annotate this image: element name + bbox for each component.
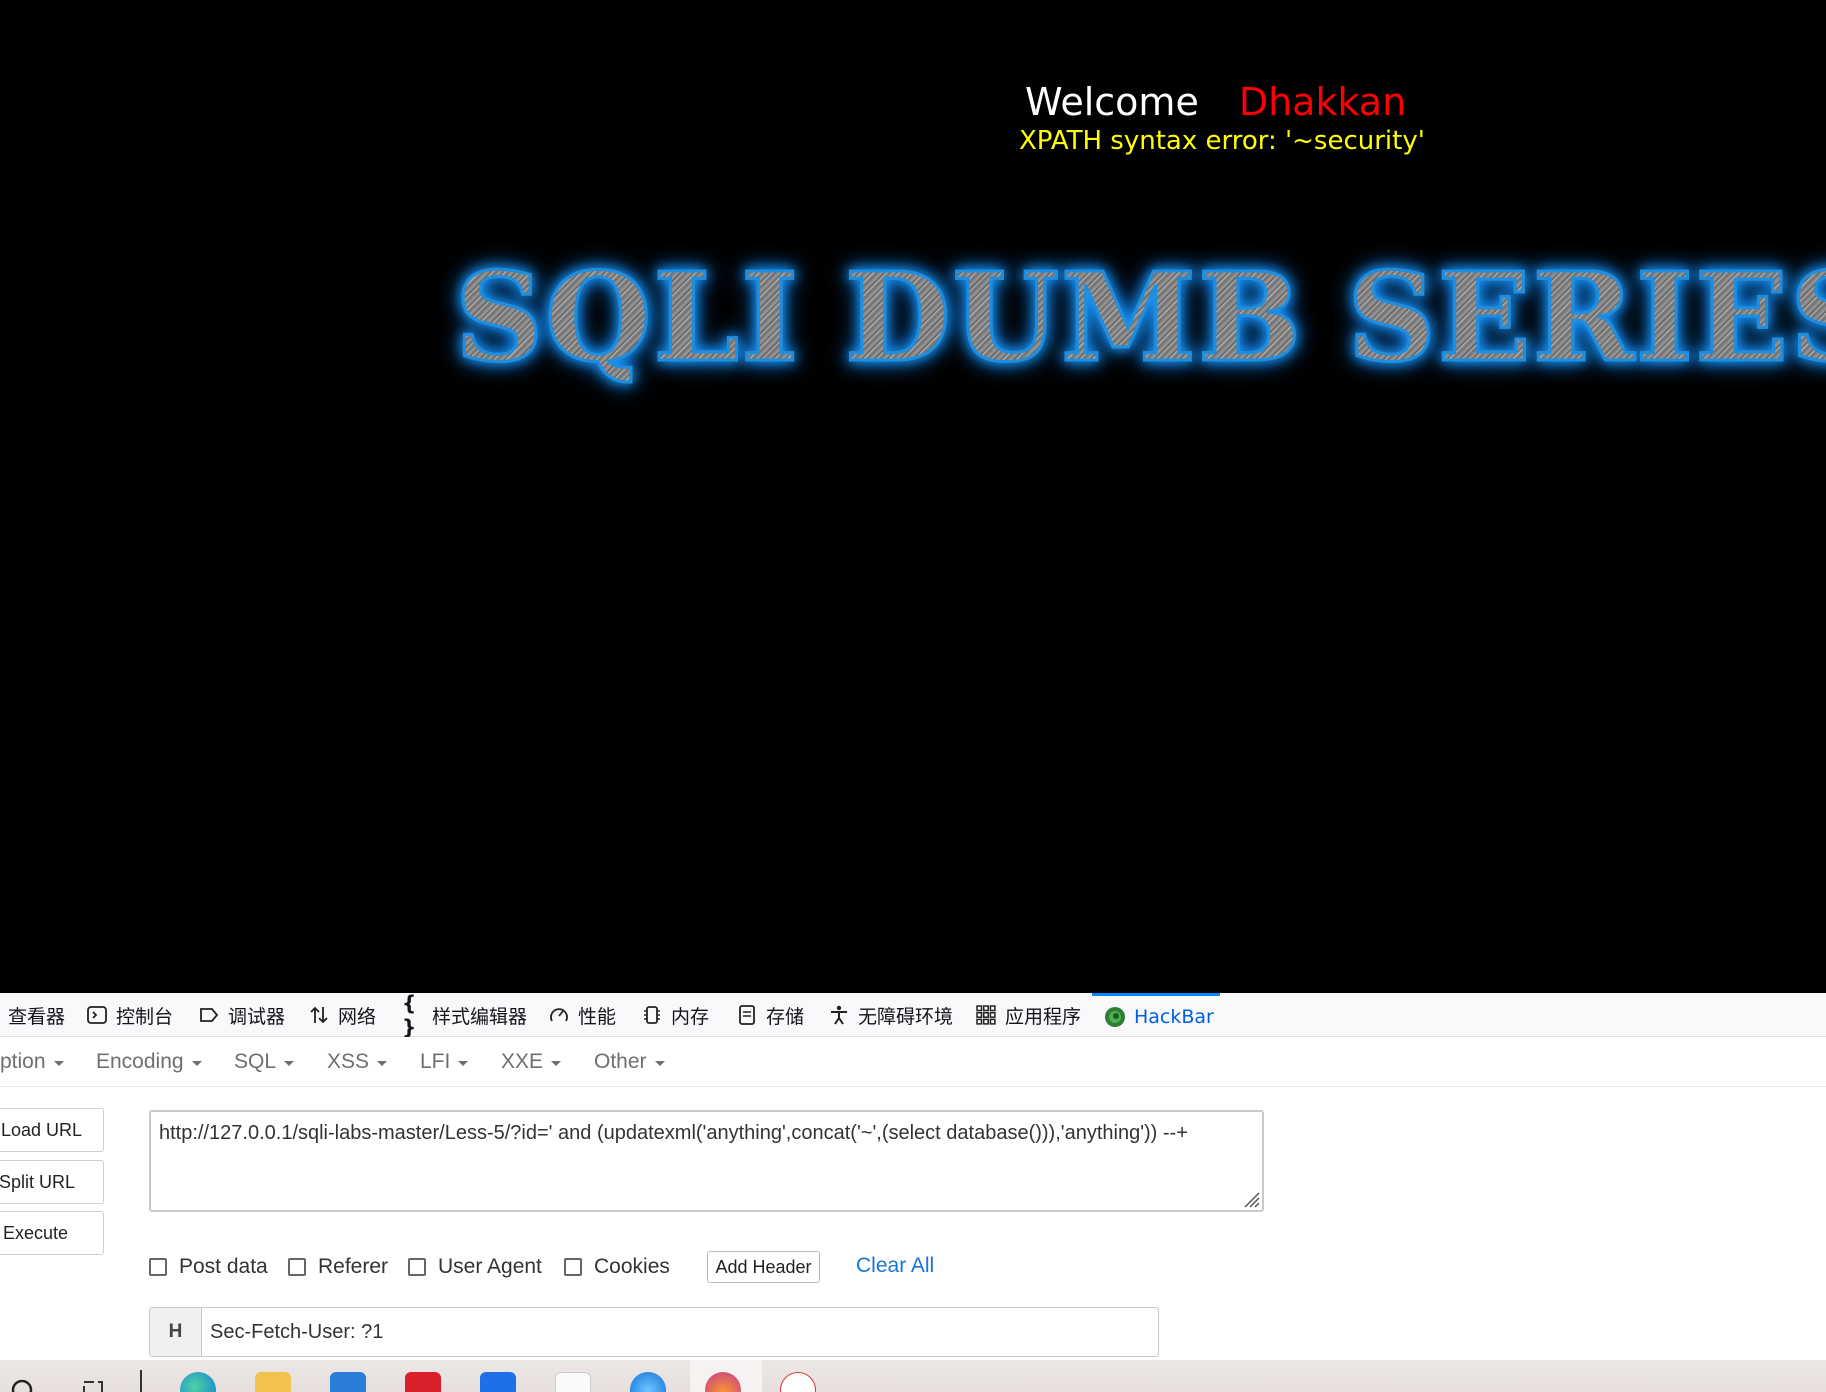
accessibility-icon	[828, 1004, 850, 1026]
search-icon[interactable]	[10, 1376, 38, 1392]
xpath-error-message: XPATH syntax error: '~security'	[1019, 126, 1425, 156]
tab-accessibility-label: 无障碍环境	[858, 1005, 954, 1028]
load-url-button[interactable]: Load URL	[0, 1108, 104, 1152]
devtools-tabbar: 查看器 控制台 调试器 网络 { } 样式编辑器 性能 内存 存储 无障碍环境 …	[0, 991, 1826, 1039]
menu-encoding[interactable]: Encoding	[96, 1037, 202, 1087]
tab-storage-label: 存储	[766, 1005, 805, 1028]
tab-network[interactable]: 网络	[308, 993, 376, 1037]
netease-music-icon[interactable]	[405, 1372, 441, 1392]
chevron-down-icon	[191, 1061, 202, 1066]
tab-console-label: 控制台	[116, 1005, 174, 1028]
typora-icon[interactable]	[555, 1372, 591, 1392]
referer-checkbox[interactable]	[288, 1258, 306, 1276]
tab-performance-label: 性能	[578, 1005, 617, 1028]
menu-xxe-label: XXE	[501, 1050, 544, 1073]
tab-performance[interactable]: 性能	[548, 993, 616, 1037]
tab-memory[interactable]: 内存	[641, 993, 709, 1037]
file-explorer-icon[interactable]	[255, 1372, 291, 1392]
sqli-banner: SQLI DUMB SERIES-	[453, 244, 1826, 391]
tab-storage[interactable]: 存储	[736, 993, 804, 1037]
add-header-button[interactable]: Add Header	[707, 1251, 820, 1283]
welcome-label: Welcome	[1025, 80, 1199, 124]
menu-encryption[interactable]: ption	[0, 1037, 64, 1087]
menu-sql-label: SQL	[234, 1050, 277, 1073]
hackbar-icon	[1104, 1006, 1126, 1028]
url-input-value: http://127.0.0.1/sqli-labs-master/Less-5…	[159, 1122, 1188, 1144]
menu-encryption-label: ption	[0, 1050, 46, 1073]
chevron-down-icon	[53, 1061, 64, 1066]
menu-other[interactable]: Other	[594, 1037, 665, 1087]
menu-other-label: Other	[594, 1050, 647, 1073]
task-view-icon[interactable]	[80, 1376, 108, 1392]
tab-application-label: 应用程序	[1005, 1005, 1082, 1028]
chevron-down-icon	[377, 1061, 388, 1066]
hackbar-menubar: ption Encoding SQL XSS LFI XXE Other	[0, 1037, 1826, 1087]
application-icon	[975, 1004, 997, 1026]
tab-debugger[interactable]: 调试器	[198, 993, 285, 1037]
cookies-label: Cookies	[594, 1255, 670, 1278]
web-page: Welcome Dhakkan XPATH syntax error: '~sec…	[0, 0, 1826, 993]
header-badge: H	[150, 1308, 202, 1356]
edge-icon[interactable]	[180, 1372, 216, 1392]
tab-hackbar-label: HackBar	[1134, 1005, 1214, 1028]
tab-memory-label: 内存	[671, 1005, 710, 1028]
menu-encoding-label: Encoding	[96, 1050, 184, 1073]
school-app-icon[interactable]	[780, 1372, 816, 1392]
tab-application[interactable]: 应用程序	[975, 993, 1081, 1037]
chevron-down-icon	[284, 1061, 295, 1066]
browser-icon[interactable]	[630, 1372, 666, 1392]
welcome-name: Dhakkan	[1238, 80, 1407, 124]
tab-accessibility[interactable]: 无障碍环境	[828, 993, 953, 1037]
user-agent-option[interactable]: User Agent	[408, 1252, 542, 1282]
mail-icon[interactable]	[330, 1372, 366, 1392]
user-agent-label: User Agent	[438, 1255, 542, 1278]
taskbar-divider	[140, 1370, 142, 1392]
welcome-line: Welcome Dhakkan	[1025, 80, 1406, 124]
tab-inspector[interactable]: 查看器	[8, 993, 65, 1037]
tab-hackbar[interactable]: HackBar	[1092, 993, 1220, 1037]
cookies-option[interactable]: Cookies	[564, 1252, 670, 1282]
post-data-label: Post data	[179, 1255, 268, 1278]
menu-xss[interactable]: XSS	[327, 1037, 388, 1087]
tab-console[interactable]: 控制台	[86, 993, 173, 1037]
header-row: H Sec-Fetch-User: ?1	[149, 1307, 1159, 1357]
menu-lfi-label: LFI	[420, 1050, 451, 1073]
tab-style-editor[interactable]: { } 样式编辑器	[402, 991, 528, 1039]
chevron-down-icon	[654, 1061, 665, 1066]
cookies-checkbox[interactable]	[564, 1258, 582, 1276]
style-editor-icon: { }	[402, 991, 417, 1039]
header-value-input[interactable]: Sec-Fetch-User: ?1	[202, 1308, 383, 1356]
menu-sql[interactable]: SQL	[234, 1037, 295, 1087]
referer-label: Referer	[318, 1255, 389, 1278]
tab-debugger-label: 调试器	[228, 1005, 286, 1028]
tab-network-label: 网络	[338, 1005, 377, 1028]
url-input[interactable]: http://127.0.0.1/sqli-labs-master/Less-5…	[149, 1110, 1264, 1212]
user-agent-checkbox[interactable]	[408, 1258, 426, 1276]
debugger-icon	[198, 1004, 220, 1026]
referer-option[interactable]: Referer	[288, 1252, 388, 1282]
console-icon	[86, 1004, 108, 1026]
menu-xxe[interactable]: XXE	[501, 1037, 562, 1087]
p-app-icon[interactable]	[480, 1372, 516, 1392]
memory-icon	[641, 1004, 663, 1026]
split-url-button[interactable]: Split URL	[0, 1160, 104, 1204]
taskbar	[0, 1360, 1826, 1392]
resize-handle-icon[interactable]	[1242, 1190, 1260, 1208]
storage-icon	[736, 1004, 758, 1026]
tab-style-editor-label: 样式编辑器	[432, 1005, 528, 1028]
execute-button[interactable]: Execute	[0, 1211, 104, 1255]
menu-xss-label: XSS	[327, 1050, 370, 1073]
post-data-option[interactable]: Post data	[149, 1252, 268, 1282]
post-data-checkbox[interactable]	[149, 1258, 167, 1276]
chevron-down-icon	[551, 1061, 562, 1066]
tab-inspector-label: 查看器	[8, 1005, 66, 1028]
menu-lfi[interactable]: LFI	[420, 1037, 469, 1087]
performance-icon	[548, 1004, 570, 1026]
network-icon	[308, 1004, 330, 1026]
clear-all-link[interactable]: Clear All	[856, 1254, 934, 1278]
chevron-down-icon	[458, 1061, 469, 1066]
